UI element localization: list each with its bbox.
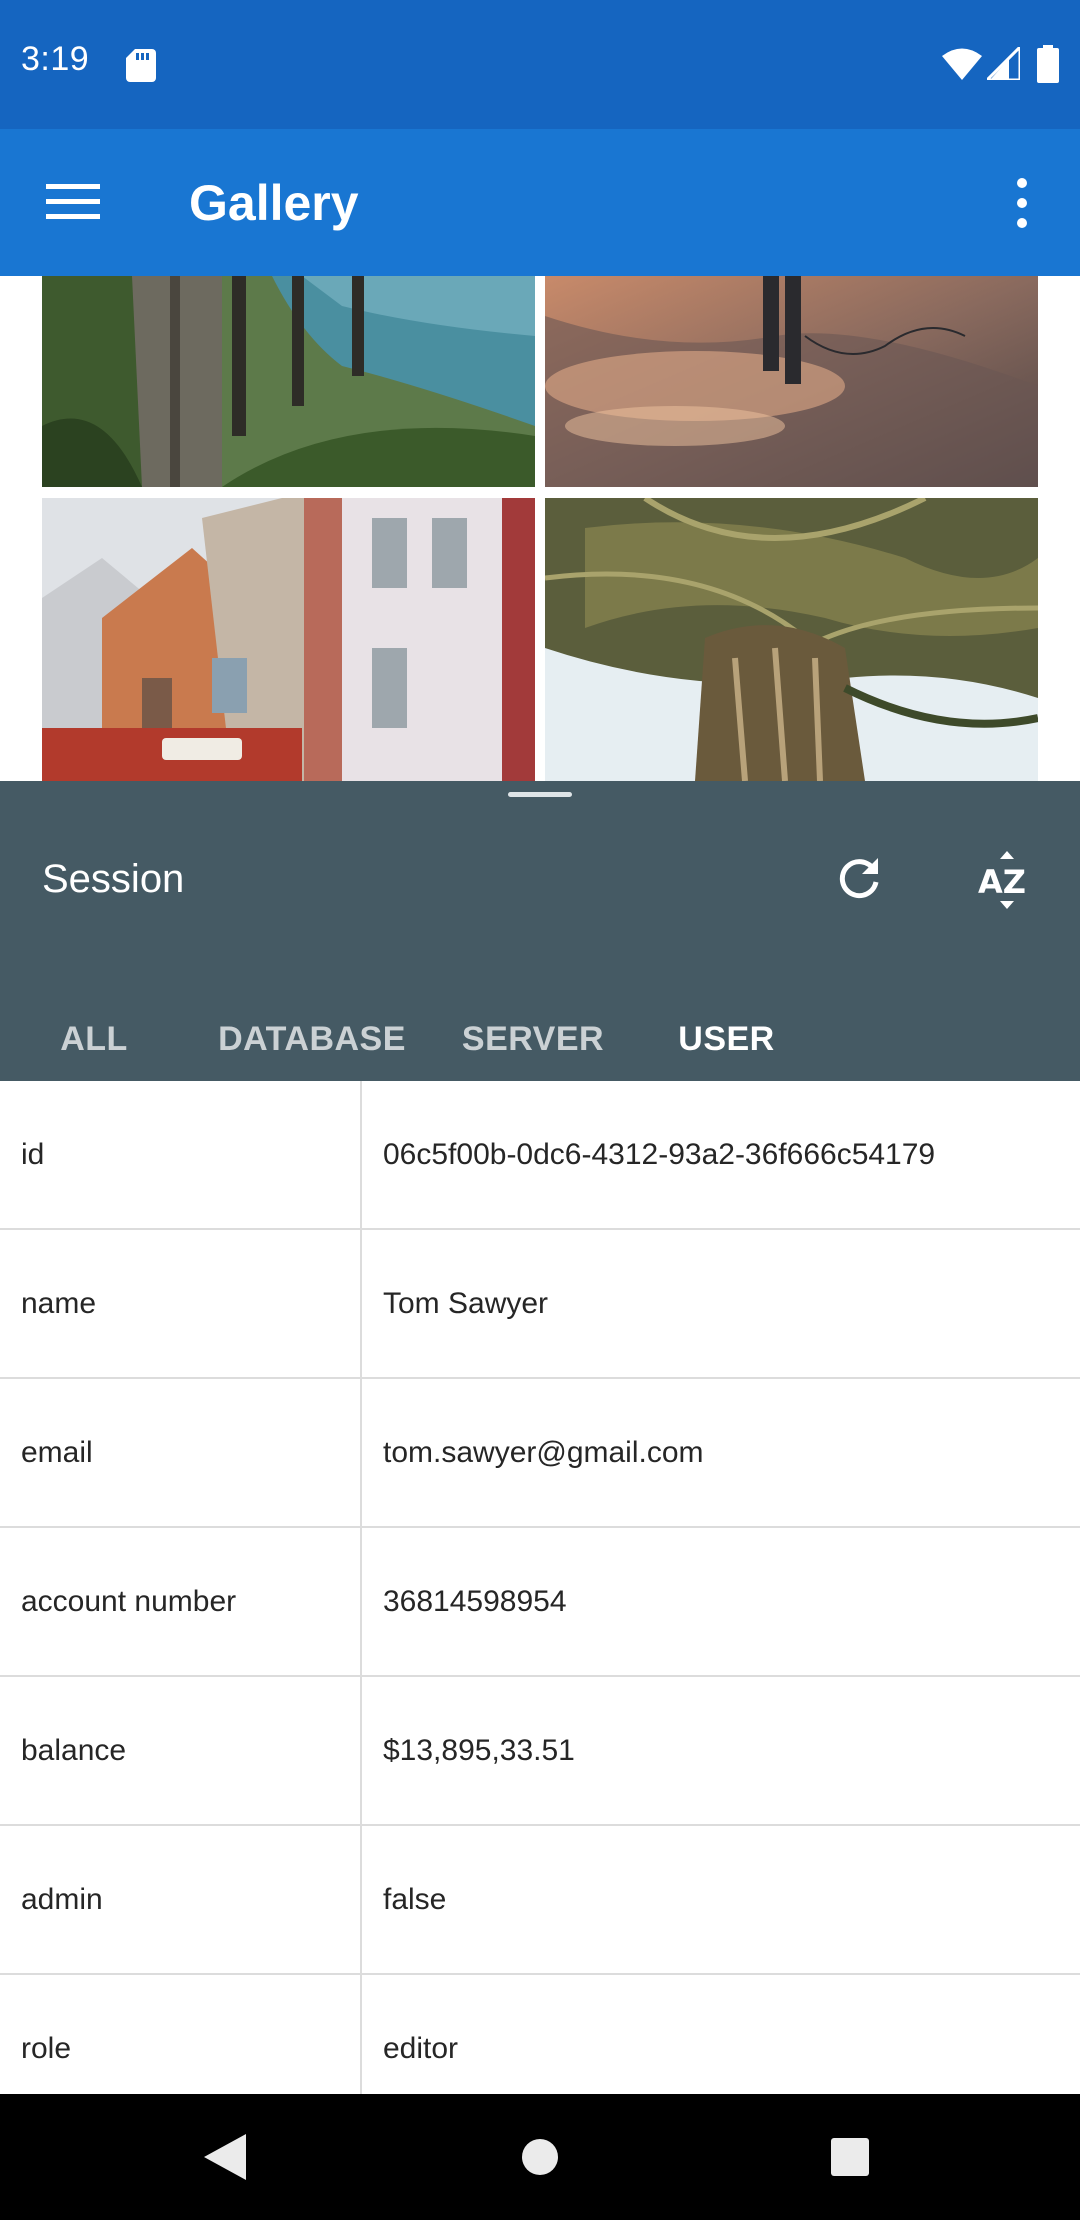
status-bar: 3:19 [0,0,1080,129]
battery-icon [1037,45,1059,83]
tab-user[interactable]: USER [632,986,821,1093]
status-time: 3:19 [21,40,90,78]
table-row: account number 36814598954 [0,1528,1080,1677]
sd-card-icon [126,49,156,82]
refresh-icon[interactable] [834,854,884,904]
table-row: balance $13,895,33.51 [0,1677,1080,1826]
colorful-houses-photo[interactable] [42,498,535,781]
menu-icon[interactable] [46,182,100,220]
tab-database[interactable]: DATABASE [210,986,414,1093]
app-title: Gallery [189,175,359,231]
row-value: tom.sawyer@gmail.com [383,1436,704,1469]
column-divider [360,1081,362,2094]
row-key: role [21,2032,72,2065]
table-row: name Tom Sawyer [0,1230,1080,1379]
overflow-menu-icon[interactable] [1004,177,1040,229]
table-row: admin false [0,1826,1080,1975]
table-row: email tom.sawyer@gmail.com [0,1379,1080,1528]
table-row: id 06c5f00b-0dc6-4312-93a2-36f666c54179 [0,1081,1080,1230]
row-key: name [21,1287,97,1320]
sheet-title: Session [42,857,185,901]
navigation-bar [0,2094,1080,2220]
tab-server[interactable]: SERVER [450,986,616,1093]
table-row: role editor [0,1975,1080,2094]
signal-icon [987,47,1020,80]
recents-icon[interactable] [831,2138,869,2176]
tab-all[interactable]: ALL [0,986,188,1093]
svg-text:AZ: AZ [978,863,1026,901]
row-key: balance [21,1734,127,1767]
row-value: 36814598954 [383,1585,567,1618]
row-key: id [21,1138,45,1171]
drag-handle[interactable] [508,792,572,797]
cliffside-ocean-photo[interactable] [42,276,535,487]
row-value: $13,895,33.51 [383,1734,575,1767]
user-session-table: id 06c5f00b-0dc6-4312-93a2-36f666c54179 … [0,1081,1080,2094]
back-icon[interactable] [204,2134,246,2180]
session-sheet: Session AZ ALL DATABASE SERVER USER [0,781,1080,1093]
tab-bar: ALL DATABASE SERVER USER [0,986,1080,1093]
wifi-icon [942,48,982,80]
row-key: admin [21,1883,103,1916]
row-key: account number [21,1585,237,1618]
palm-tree-photo[interactable] [545,498,1038,781]
row-key: email [21,1436,93,1469]
sort-az-icon[interactable]: AZ [978,849,1036,911]
beach-walker-photo[interactable] [545,276,1038,487]
row-value: false [383,1883,447,1916]
row-value: 06c5f00b-0dc6-4312-93a2-36f666c54179 [383,1138,936,1171]
home-icon[interactable] [521,2138,559,2176]
app-bar: Gallery [0,129,1080,276]
row-value: editor [383,2032,459,2065]
row-value: Tom Sawyer [383,1287,549,1320]
photo-gallery [0,276,1080,781]
